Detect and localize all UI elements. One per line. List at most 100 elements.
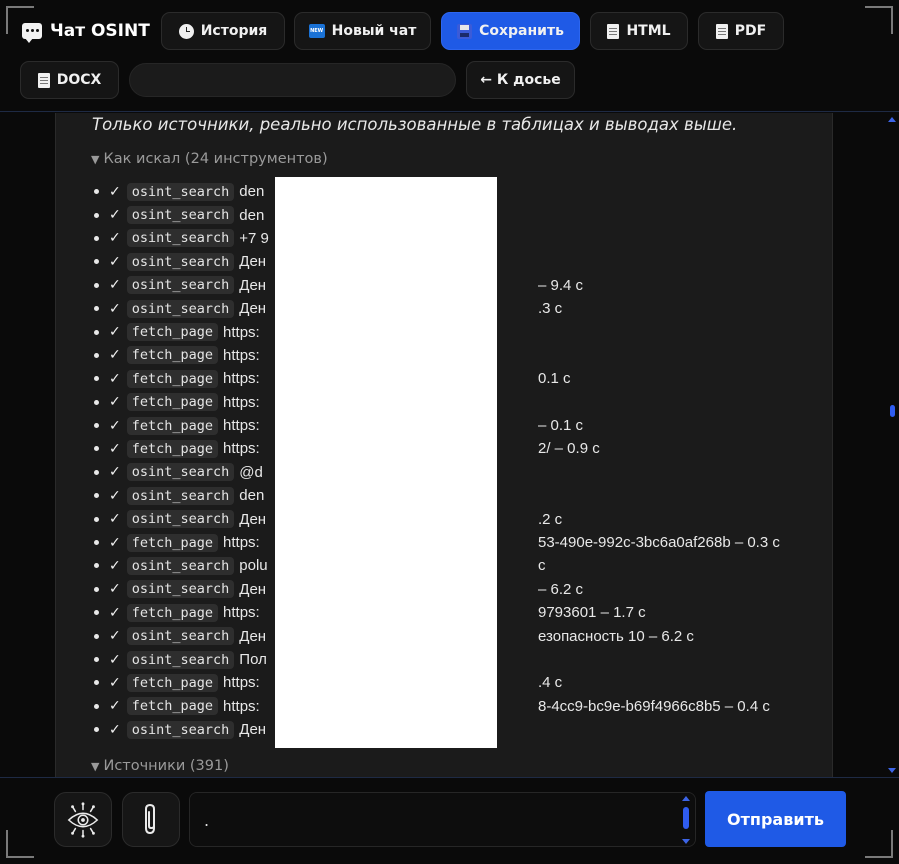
bullet: [94, 376, 99, 382]
tool-name: osint_search: [126, 229, 235, 248]
history-button[interactable]: История: [161, 12, 285, 50]
tool-query-duration: езопасность 10 – 6.2 с: [538, 627, 694, 645]
bullet: [94, 423, 99, 429]
document-icon: [607, 23, 620, 39]
tool-query: https:: [223, 440, 260, 458]
checkmark-icon: ✓: [109, 698, 121, 715]
tool-name: fetch_page: [126, 346, 219, 365]
export-pdf-button[interactable]: PDF: [698, 12, 784, 50]
tool-query-duration: – 0.1 с: [538, 417, 584, 435]
bullet: [94, 329, 99, 335]
tool-query-duration: .2 с: [538, 510, 563, 528]
bullet: [94, 469, 99, 475]
scroll-up-arrow-icon[interactable]: [888, 117, 896, 122]
new-chat-button[interactable]: NEW Новый чат: [294, 12, 431, 50]
back-to-dossier-button[interactable]: ← К досье: [466, 61, 575, 99]
tool-call-item: ✓ osint_search Ден – 6.2 с: [94, 578, 583, 601]
tool-call-item: ✓ fetch_page https:: [94, 391, 269, 414]
bullet: [94, 352, 99, 358]
tool-call-item: ✓ fetch_page https: .4 с: [94, 671, 562, 694]
tool-name: fetch_page: [126, 533, 219, 552]
tool-query-duration: .4 с: [538, 674, 563, 692]
redaction-block: [275, 177, 497, 748]
bullet: [94, 259, 99, 265]
tool-name: fetch_page: [126, 323, 219, 342]
checkmark-icon: ✓: [109, 464, 121, 481]
tool-query: https:: [223, 674, 260, 692]
checkmark-icon: ✓: [109, 324, 121, 341]
tool-name: osint_search: [126, 276, 235, 295]
checkmark-icon: ✓: [109, 277, 121, 294]
scrollbar-thumb[interactable]: [890, 405, 895, 417]
tool-name: osint_search: [126, 206, 235, 225]
tool-call-item: ✓ fetch_page https:: [94, 344, 269, 367]
tool-name: osint_search: [126, 463, 235, 482]
export-docx-button-label: DOCX: [56, 72, 102, 88]
bullet: [94, 493, 99, 499]
checkmark-icon: ✓: [109, 370, 121, 387]
tool-query: Ден: [239, 253, 267, 271]
document-icon: [715, 23, 728, 39]
tool-name: osint_search: [126, 510, 235, 529]
tool-query: den: [239, 183, 265, 201]
export-docx-button[interactable]: DOCX: [20, 61, 119, 99]
tool-query-duration: 9793601 – 1.7 с: [538, 604, 646, 622]
tool-query-duration: .3 с: [538, 300, 563, 318]
tool-query: @d: [239, 463, 263, 481]
tool-name: fetch_page: [126, 416, 219, 435]
save-button[interactable]: Сохранить: [441, 12, 580, 50]
tool-calls-list: ✓ osint_search den ✓ osint_search den ✓ osint_s…: [94, 180, 780, 741]
clock-icon: [178, 23, 194, 39]
tool-call-item: ✓ fetch_page https:: [94, 320, 269, 343]
tool-name: fetch_page: [126, 603, 219, 622]
tool-query: Ден: [239, 627, 267, 645]
input-scroll-up-icon[interactable]: [682, 796, 690, 801]
tool-call-item: ✓ fetch_page https: – 0.1 с: [94, 414, 583, 437]
checkmark-icon: ✓: [109, 230, 121, 247]
tool-query: Ден: [239, 276, 267, 294]
bullet: [94, 189, 99, 195]
bullet: [94, 540, 99, 546]
input-scrollbar[interactable]: [681, 796, 691, 844]
persona-button[interactable]: [54, 792, 112, 847]
bullet: [94, 727, 99, 733]
send-button[interactable]: Отправить: [705, 791, 846, 847]
tool-call-item: ✓ osint_search @d: [94, 461, 269, 484]
scroll-down-arrow-icon[interactable]: [888, 768, 896, 773]
checkmark-icon: ✓: [109, 347, 121, 364]
url-field[interactable]: [129, 63, 456, 97]
bullet: [94, 516, 99, 522]
page-scrollbar[interactable]: [884, 113, 899, 777]
tool-call-item: ✓ osint_search den: [94, 484, 269, 507]
bullet: [94, 610, 99, 616]
tool-query: https:: [223, 370, 260, 388]
export-html-button[interactable]: HTML: [590, 12, 688, 50]
input-scrollbar-thumb[interactable]: [683, 807, 689, 829]
tool-query-duration: 53-490e-992c-3bc6a0af268b – 0.3 с: [538, 534, 780, 552]
tool-query: Ден: [239, 721, 267, 739]
tool-query-duration: 8-4cc9-bc9e-b69f4966c8b5 – 0.4 с: [538, 697, 770, 715]
message-input[interactable]: [189, 792, 696, 847]
new-icon: NEW: [308, 24, 325, 38]
tool-call-item: ✓ fetch_page https: 0.1 с: [94, 367, 571, 390]
tool-name: osint_search: [126, 627, 235, 646]
input-scroll-down-icon[interactable]: [682, 839, 690, 844]
paperclip-icon: [145, 803, 155, 834]
save-button-label: Сохранить: [479, 23, 564, 39]
tools-details-toggle[interactable]: ▼ Как искал (24 инструментов): [91, 151, 328, 167]
tool-call-item: ✓ osint_search Ден езопасность 10 – 6.2 с: [94, 624, 694, 647]
tool-query: https:: [223, 346, 260, 364]
tool-call-item: ✓ fetch_page https: 9793601 – 1.7 с: [94, 601, 646, 624]
tool-query-duration: 2/ – 0.9 с: [538, 440, 600, 458]
tool-call-item: ✓ fetch_page https: 8-4cc9-bc9e-b69f4966c8b…: [94, 695, 770, 718]
attach-button[interactable]: [122, 792, 180, 847]
checkmark-icon: ✓: [109, 534, 121, 551]
back-to-dossier-button-label: ← К досье: [480, 72, 561, 88]
bullet: [94, 703, 99, 709]
sources-details-toggle[interactable]: ▼ Источники (391): [91, 758, 229, 774]
checkmark-icon: ✓: [109, 417, 121, 434]
app-title-text: Чат OSINT: [50, 21, 150, 41]
tool-call-item: ✓ osint_search Ден – 9.4 с: [94, 274, 583, 297]
tool-query: Ден: [239, 510, 267, 528]
tool-query: Пол: [239, 651, 267, 668]
